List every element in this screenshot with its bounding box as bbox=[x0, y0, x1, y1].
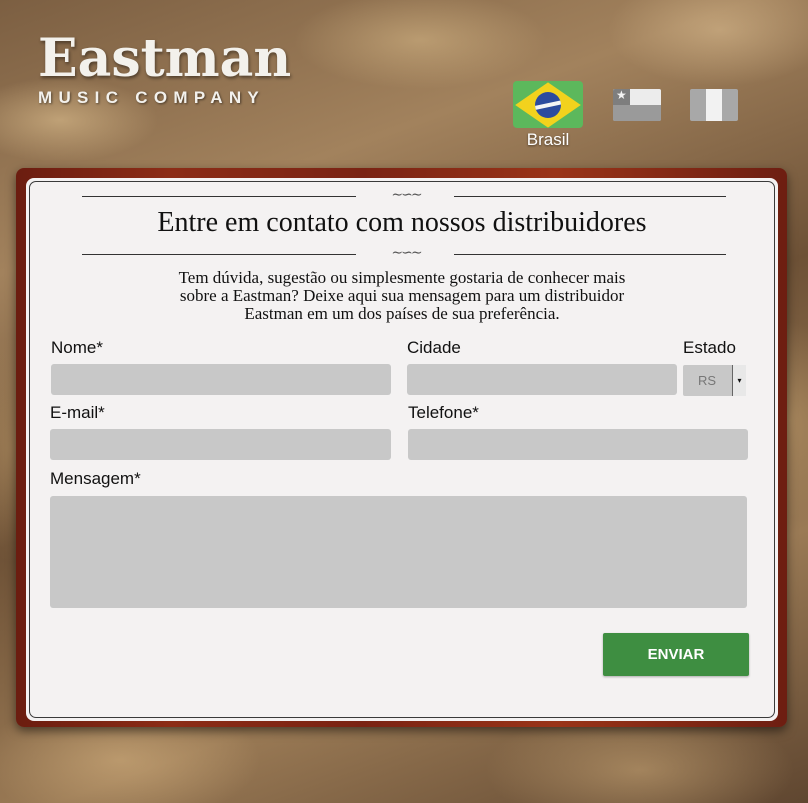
chile-flag-icon[interactable]: ★ bbox=[613, 89, 661, 121]
telefone-input[interactable] bbox=[408, 429, 748, 460]
cidade-label: Cidade bbox=[407, 338, 461, 357]
email-input[interactable] bbox=[50, 429, 391, 460]
estado-select-value: RS bbox=[697, 373, 717, 388]
mensagem-textarea[interactable] bbox=[50, 496, 747, 608]
divider-line bbox=[82, 254, 356, 255]
logo-tagline: MUSIC COMPANY bbox=[38, 88, 266, 107]
estado-label: Estado bbox=[683, 338, 736, 357]
estado-select[interactable]: RS ▾ bbox=[683, 365, 746, 396]
contact-card: ∼∽∼ Entre em contato com nossos distribu… bbox=[26, 178, 778, 721]
enviar-button[interactable]: ENVIAR bbox=[603, 633, 749, 676]
email-label: E-mail* bbox=[50, 403, 105, 422]
brazil-flag-icon[interactable] bbox=[513, 81, 583, 128]
nome-label: Nome* bbox=[51, 338, 103, 357]
page-title: Entre em contato com nossos distribuidor… bbox=[157, 207, 647, 238]
divider-line bbox=[454, 196, 726, 197]
country-label-brasil: Brasil bbox=[526, 130, 570, 149]
telefone-label: Telefone* bbox=[408, 403, 479, 422]
uruguay-flag-icon[interactable] bbox=[690, 89, 738, 121]
country-selector: Brasil ★ bbox=[513, 81, 743, 151]
ornament-icon: ∼∽∼ bbox=[391, 187, 422, 203]
logo-wordmark: Eastman bbox=[38, 28, 292, 89]
eastman-logo[interactable]: Eastman MUSIC COMPANY bbox=[38, 32, 291, 108]
ornament-icon: ∼∽∼ bbox=[391, 245, 422, 261]
cidade-input[interactable] bbox=[407, 364, 677, 395]
divider-line bbox=[82, 196, 356, 197]
dropdown-arrow-icon: ▾ bbox=[732, 365, 746, 396]
nome-input[interactable] bbox=[51, 364, 391, 395]
mensagem-label: Mensagem* bbox=[50, 469, 141, 488]
intro-text: Tem dúvida, sugestão ou simplesmente gos… bbox=[178, 268, 626, 323]
divider-line bbox=[454, 254, 726, 255]
